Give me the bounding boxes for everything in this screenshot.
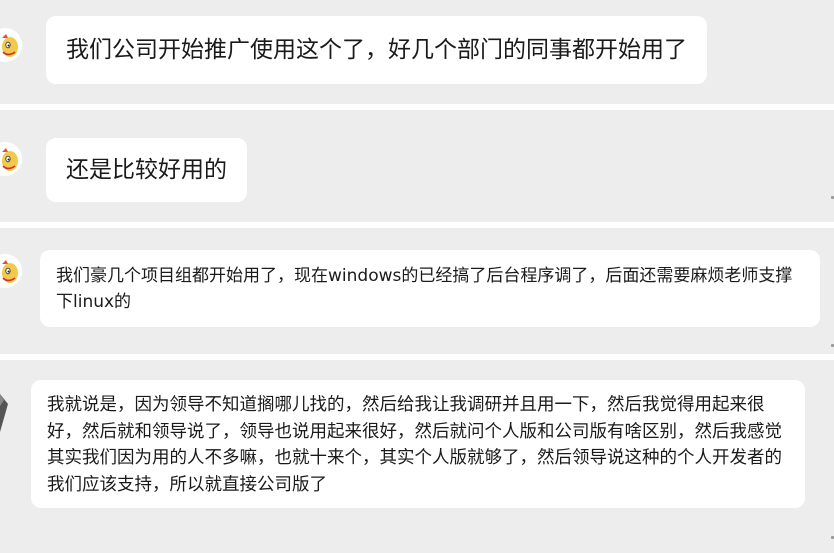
message-text: 还是比较好用的 <box>66 157 227 183</box>
message-row-2: 还是比较好用的 <box>0 110 834 222</box>
chat-screenshot: 我们公司开始推广使用这个了，好几个部门的同事都开始用了 还是比较好用的 我们豪几… <box>0 0 834 553</box>
chat-bubble: 我们豪几个项目组都开始用了，现在windows的已经搞了后台程序调了，后面还需要… <box>40 250 820 327</box>
message-row-4: 我就说是，因为领导不知道搁哪儿找的，然后给我让我调研并且用一下，然后我觉得用起来… <box>0 360 834 553</box>
cartoon-avatar-icon[interactable] <box>0 28 22 62</box>
cartoon-avatar-icon[interactable] <box>0 142 22 176</box>
message-row-1: 我们公司开始推广使用这个了，好几个部门的同事都开始用了 <box>0 0 834 104</box>
message-text: 我就说是，因为领导不知道搁哪儿找的，然后给我让我调研并且用一下，然后我觉得用起来… <box>47 395 782 495</box>
message-row-3: 我们豪几个项目组都开始用了，现在windows的已经搞了后台程序调了，后面还需要… <box>0 228 834 354</box>
message-text: 我们公司开始推广使用这个了，好几个部门的同事都开始用了 <box>66 37 687 63</box>
chat-bubble: 我就说是，因为领导不知道搁哪儿找的，然后给我让我调研并且用一下，然后我觉得用起来… <box>31 380 805 508</box>
message-text: 我们豪几个项目组都开始用了，现在windows的已经搞了后台程序调了，后面还需要… <box>56 266 793 312</box>
chat-bubble: 我们公司开始推广使用这个了，好几个部门的同事都开始用了 <box>46 16 707 84</box>
user-avatar-icon[interactable] <box>0 388 16 432</box>
cartoon-avatar-icon[interactable] <box>0 254 22 288</box>
chat-bubble: 还是比较好用的 <box>46 138 247 202</box>
